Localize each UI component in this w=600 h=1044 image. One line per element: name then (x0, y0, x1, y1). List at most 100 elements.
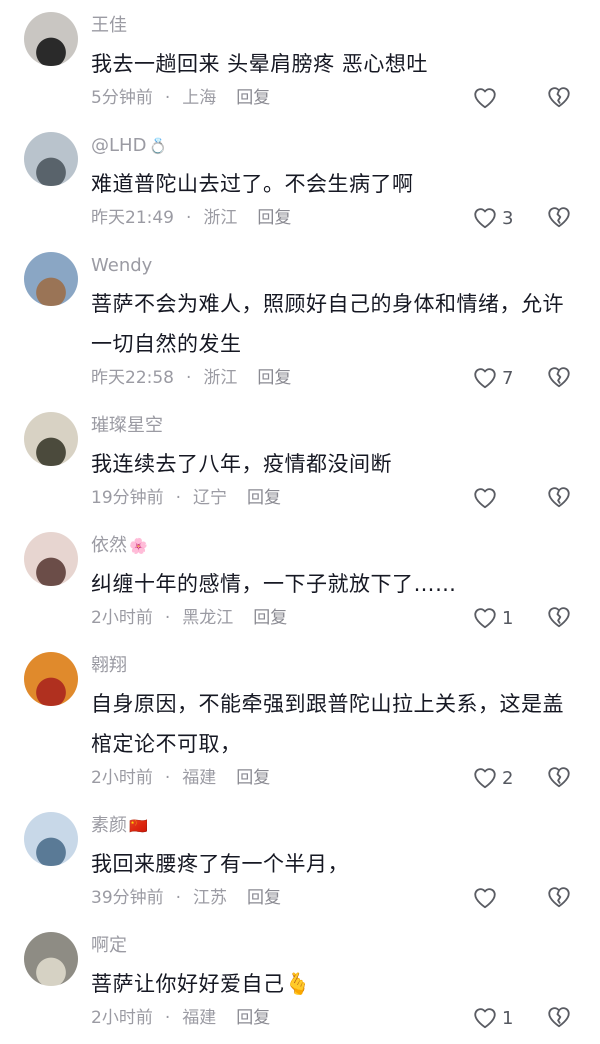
comment-region: 辽宁 (193, 488, 228, 508)
dislike-button[interactable] (546, 604, 574, 632)
username-decoration: 🌸 (129, 537, 148, 555)
comment-meta: 昨天22:58 · 浙江 回复 (91, 366, 291, 390)
username-text[interactable]: 啊定 (91, 935, 127, 956)
heart-icon (474, 768, 496, 789)
avatar[interactable] (24, 652, 78, 706)
comment-region: 江苏 (193, 888, 228, 908)
reply-button[interactable]: 回复 (257, 368, 291, 388)
like-button[interactable]: 2 (472, 764, 532, 792)
like-button[interactable] (472, 884, 532, 912)
comment-time: 昨天21:49 (91, 208, 174, 228)
comment-time: 39分钟前 (91, 888, 164, 908)
like-count: 1 (502, 1007, 514, 1029)
dislike-button[interactable] (546, 1004, 574, 1032)
comment-region: 福建 (182, 768, 217, 788)
avatar[interactable] (24, 812, 78, 866)
comment-region: 浙江 (203, 208, 238, 228)
comment-time: 2小时前 (91, 608, 153, 628)
comment-item[interactable]: 啊定 菩萨让你好好爱自己🫰 2小时前 · 福建 回复 1 (0, 920, 600, 1040)
username[interactable]: @LHD 💍 (91, 134, 167, 158)
username[interactable]: 啊定 (91, 934, 129, 958)
username-decoration: 🇨🇳 (129, 817, 148, 835)
comment-item[interactable]: 王佳 我去一趟回来 头晕肩膀疼 恶心想吐 5分钟前 · 上海 回复 (0, 0, 600, 120)
comment-item[interactable]: 依然 🌸 纠缠十年的感情，一下子就放下了…… 2小时前 · 黑龙江 回复 1 (0, 520, 600, 640)
comment-meta: 2小时前 · 福建 回复 (91, 1006, 270, 1030)
comment-item[interactable]: @LHD 💍 难道普陀山去过了。不会生病了啊 昨天21:49 · 浙江 回复 3 (0, 120, 600, 240)
username-text[interactable]: @LHD (91, 135, 146, 156)
broken-heart-icon (548, 367, 570, 388)
avatar[interactable] (24, 932, 78, 986)
meta-separator: · (164, 88, 171, 108)
reply-button[interactable]: 回复 (236, 1008, 270, 1028)
comment-meta: 19分钟前 · 辽宁 回复 (91, 486, 281, 510)
dislike-button[interactable] (546, 484, 574, 512)
like-count: 1 (502, 607, 514, 629)
username-text[interactable]: 璀璨星空 (91, 415, 163, 436)
username[interactable]: 璀璨星空 (91, 414, 165, 438)
heart-icon (474, 208, 496, 229)
comment-item[interactable]: 翱翔 自身原因，不能牵强到跟普陀山拉上关系，这是盖棺定论不可取， 2小时前 · 福建… (0, 640, 600, 789)
heart-icon (474, 888, 496, 909)
comment-text: 我连续去了八年，疫情都没间断 (91, 452, 392, 476)
like-button[interactable] (472, 84, 532, 112)
broken-heart-icon (548, 207, 570, 228)
meta-separator: · (164, 1008, 171, 1028)
avatar[interactable] (24, 412, 78, 466)
dislike-button[interactable] (546, 364, 574, 392)
avatar[interactable] (24, 252, 78, 306)
reply-button[interactable]: 回复 (247, 488, 281, 508)
comment-region: 浙江 (203, 368, 238, 388)
avatar[interactable] (24, 532, 78, 586)
username[interactable]: 王佳 (91, 14, 129, 38)
dislike-button[interactable] (546, 84, 574, 112)
like-button[interactable]: 7 (472, 364, 532, 392)
comment-meta: 39分钟前 · 江苏 回复 (91, 886, 281, 910)
avatar[interactable] (24, 12, 78, 66)
username[interactable]: 翱翔 (91, 654, 129, 678)
comment-meta: 5分钟前 · 上海 回复 (91, 86, 270, 110)
dislike-button[interactable] (546, 884, 574, 912)
reply-button[interactable]: 回复 (253, 608, 287, 628)
username-text[interactable]: 王佳 (91, 15, 127, 36)
broken-heart-icon (548, 767, 570, 788)
comment-text: 自身原因，不能牵强到跟普陀山拉上关系，这是盖棺定论不可取， (91, 692, 564, 756)
like-button[interactable]: 1 (472, 1004, 532, 1032)
username-decoration: 💍 (148, 137, 168, 155)
username[interactable]: 素颜 🇨🇳 (91, 814, 148, 838)
broken-heart-icon (548, 87, 570, 108)
dislike-button[interactable] (546, 204, 574, 232)
comment-meta: 2小时前 · 黑龙江 回复 (91, 606, 287, 630)
comment-item[interactable]: 璀璨星空 我连续去了八年，疫情都没间断 19分钟前 · 辽宁 回复 (0, 400, 600, 520)
comment-meta: 昨天21:49 · 浙江 回复 (91, 206, 291, 230)
like-button[interactable]: 1 (472, 604, 532, 632)
username-text[interactable]: 依然 (91, 535, 127, 556)
comment-item[interactable]: Wendy 菩萨不会为难人，照顾好自己的身体和情绪，允许一切自然的发生 昨天22… (0, 240, 600, 389)
heart-icon (474, 1008, 496, 1029)
like-button[interactable]: 3 (472, 204, 532, 232)
meta-separator: · (164, 608, 171, 628)
like-button[interactable] (472, 484, 532, 512)
broken-heart-icon (548, 487, 570, 508)
heart-icon (474, 488, 496, 509)
username[interactable]: Wendy (91, 254, 154, 278)
comment-text: 难道普陀山去过了。不会生病了啊 (91, 172, 414, 196)
reply-button[interactable]: 回复 (247, 888, 281, 908)
comment-item[interactable]: 素颜 🇨🇳 我回来腰疼了有一个半月， 39分钟前 · 江苏 回复 (0, 800, 600, 920)
like-count: 3 (502, 207, 514, 229)
username-text[interactable]: Wendy (91, 255, 152, 276)
avatar[interactable] (24, 132, 78, 186)
heart-icon (474, 368, 496, 389)
comment-time: 2小时前 (91, 768, 153, 788)
username[interactable]: 依然 🌸 (91, 534, 148, 558)
meta-separator: · (164, 768, 171, 788)
comment-time: 昨天22:58 (91, 368, 174, 388)
reply-button[interactable]: 回复 (257, 208, 291, 228)
comment-text: 我去一趟回来 头晕肩膀疼 恶心想吐 (91, 52, 428, 76)
like-count: 2 (502, 767, 514, 789)
meta-separator: · (186, 368, 192, 388)
reply-button[interactable]: 回复 (236, 768, 270, 788)
dislike-button[interactable] (546, 764, 574, 792)
username-text[interactable]: 素颜 (91, 815, 127, 836)
reply-button[interactable]: 回复 (236, 88, 270, 108)
username-text[interactable]: 翱翔 (91, 655, 127, 676)
